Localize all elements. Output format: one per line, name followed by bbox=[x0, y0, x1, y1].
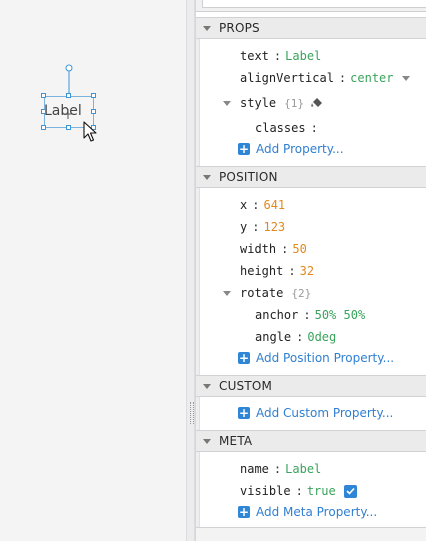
prop-key-classes: classes bbox=[255, 121, 306, 135]
position-row-anchor[interactable]: anchor:50% 50% bbox=[255, 306, 365, 324]
prop-key-alignvertical: alignVertical bbox=[240, 71, 334, 85]
triangle-down-icon[interactable] bbox=[223, 100, 231, 106]
position-key-height: height bbox=[240, 264, 284, 278]
prop-key-style: style bbox=[240, 96, 277, 110]
prop-value-text[interactable]: Label bbox=[285, 49, 321, 63]
add-position-property-link[interactable]: + Add Position Property... bbox=[238, 349, 394, 367]
section-header-custom[interactable]: CUSTOM bbox=[196, 375, 426, 397]
position-value-y[interactable]: 123 bbox=[263, 220, 285, 234]
position-key-width: width bbox=[240, 242, 277, 256]
position-row-width[interactable]: width:50 bbox=[240, 240, 307, 258]
position-key-rotate: rotate bbox=[240, 286, 284, 300]
position-value-width[interactable]: 50 bbox=[292, 242, 306, 256]
resize-handle-w[interactable] bbox=[41, 109, 46, 114]
add-meta-property-link[interactable]: + Add Meta Property... bbox=[238, 503, 377, 521]
add-custom-property-label: Add Custom Property... bbox=[256, 406, 394, 420]
style-count: {1} bbox=[284, 96, 304, 110]
props-gutter bbox=[196, 39, 200, 166]
section-title-position: POSITION bbox=[219, 170, 278, 184]
pointer-cursor-icon bbox=[83, 121, 97, 142]
section-header-meta[interactable]: META bbox=[196, 430, 426, 452]
meta-value-visible[interactable]: true bbox=[307, 484, 336, 498]
prop-value-alignvertical[interactable]: center bbox=[350, 71, 393, 85]
position-row-x[interactable]: x:641 bbox=[240, 196, 285, 214]
resize-handle-n[interactable] bbox=[66, 93, 71, 98]
panel-top-strip bbox=[196, 0, 426, 12]
prop-row-style[interactable]: style {1} bbox=[223, 94, 324, 112]
position-value-height[interactable]: 32 bbox=[300, 264, 314, 278]
chevron-down-icon[interactable] bbox=[203, 25, 211, 31]
position-row-rotate[interactable]: rotate {2} bbox=[223, 284, 311, 302]
position-value-angle[interactable]: 0deg bbox=[307, 330, 336, 344]
section-title-props: PROPS bbox=[219, 21, 260, 35]
meta-value-name[interactable]: Label bbox=[285, 462, 321, 476]
meta-key-visible: visible bbox=[240, 484, 291, 498]
meta-gutter bbox=[196, 452, 200, 527]
prop-row-alignvertical[interactable]: alignVertical: center bbox=[240, 69, 410, 87]
position-gutter bbox=[196, 188, 200, 375]
add-custom-property-link[interactable]: + Add Custom Property... bbox=[238, 404, 393, 422]
position-value-x[interactable]: 641 bbox=[263, 198, 285, 212]
chevron-down-icon[interactable] bbox=[203, 438, 211, 444]
plus-icon: + bbox=[238, 142, 250, 156]
chevron-down-icon[interactable] bbox=[203, 174, 211, 180]
panel-splitter[interactable] bbox=[186, 0, 195, 541]
position-key-x: x bbox=[240, 198, 248, 212]
meta-key-name: name bbox=[240, 462, 269, 476]
section-title-custom: CUSTOM bbox=[219, 379, 273, 393]
custom-gutter bbox=[196, 397, 200, 430]
meta-row-visible[interactable]: visible: true bbox=[240, 482, 357, 500]
section-title-meta: META bbox=[219, 434, 253, 448]
checkbox-checked-icon[interactable] bbox=[343, 484, 357, 498]
position-key-y: y bbox=[240, 220, 248, 234]
plus-icon: + bbox=[238, 406, 250, 420]
design-canvas[interactable]: Label bbox=[0, 0, 186, 541]
resize-handle-s[interactable] bbox=[66, 125, 71, 130]
panel-top-tab bbox=[202, 0, 426, 8]
resize-handle-ne[interactable] bbox=[91, 93, 96, 98]
prop-row-classes[interactable]: classes: bbox=[255, 119, 322, 137]
panel-bottom-area bbox=[196, 528, 426, 541]
move-crosshair-icon bbox=[63, 109, 73, 119]
paint-bucket-icon[interactable] bbox=[310, 97, 324, 109]
add-meta-property-label: Add Meta Property... bbox=[256, 505, 378, 519]
section-header-position[interactable]: POSITION bbox=[196, 166, 426, 188]
section-header-props[interactable]: PROPS bbox=[196, 17, 426, 39]
position-key-anchor: anchor bbox=[255, 308, 299, 322]
add-property-label: Add Property... bbox=[256, 142, 344, 156]
add-property-link[interactable]: + Add Property... bbox=[238, 140, 344, 158]
rotate-count: {2} bbox=[291, 286, 312, 300]
position-value-anchor[interactable]: 50% 50% bbox=[315, 308, 366, 322]
resize-handle-sw[interactable] bbox=[41, 125, 46, 130]
position-row-height[interactable]: height:32 bbox=[240, 262, 314, 280]
plus-icon: + bbox=[238, 505, 250, 519]
property-editor: PROPS text: Label alignVertical: center st… bbox=[195, 0, 426, 541]
dropdown-arrow-icon[interactable] bbox=[401, 75, 410, 81]
plus-icon: + bbox=[238, 351, 250, 365]
position-row-y[interactable]: y:123 bbox=[240, 218, 285, 236]
meta-row-name[interactable]: name: Label bbox=[240, 460, 321, 478]
resize-handle-e[interactable] bbox=[91, 109, 96, 114]
position-key-angle: angle bbox=[255, 330, 292, 344]
prop-row-text[interactable]: text: Label bbox=[240, 47, 321, 65]
triangle-down-icon[interactable] bbox=[223, 290, 231, 296]
chevron-down-icon[interactable] bbox=[203, 383, 211, 389]
resize-handle-nw[interactable] bbox=[41, 93, 46, 98]
position-row-angle[interactable]: angle:0deg bbox=[255, 328, 336, 346]
prop-key-text: text bbox=[240, 49, 269, 63]
add-position-property-label: Add Position Property... bbox=[256, 351, 395, 365]
splitter-grip[interactable] bbox=[190, 402, 194, 424]
